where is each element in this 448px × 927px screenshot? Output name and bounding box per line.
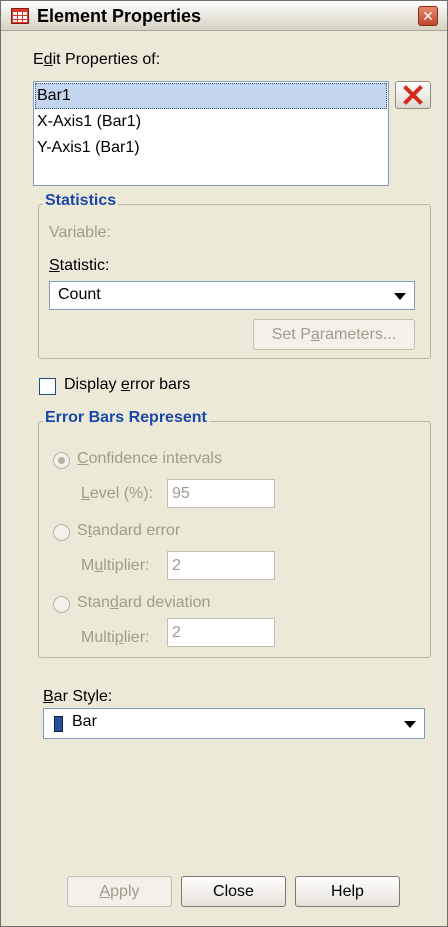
- se-multiplier-field[interactable]: 2: [167, 551, 275, 580]
- variable-label: Variable:: [49, 224, 111, 241]
- statistic-select[interactable]: Count: [49, 281, 415, 310]
- display-error-bars-label[interactable]: Display error bars: [64, 376, 190, 394]
- list-item[interactable]: Y-Axis1 (Bar1): [35, 135, 387, 161]
- help-button[interactable]: Help: [295, 876, 400, 907]
- window-title: Element Properties: [37, 6, 202, 26]
- list-item[interactable]: Bar1: [35, 83, 387, 109]
- delete-element-button[interactable]: [395, 81, 431, 109]
- confidence-intervals-radio[interactable]: [53, 452, 70, 469]
- standard-error-label[interactable]: Standard error: [77, 522, 180, 540]
- close-icon: ✕: [422, 8, 434, 24]
- error-bars-group-title: Error Bars Represent: [43, 409, 209, 427]
- level-label: Level (%):: [81, 485, 154, 502]
- statistics-group-title: Statistics: [43, 192, 119, 210]
- element-properties-window: Element Properties ✕ Edit Properties of:…: [0, 0, 448, 927]
- level-field[interactable]: 95: [167, 479, 275, 508]
- statistic-label: Statistic:: [49, 257, 110, 274]
- title-bar[interactable]: Element Properties ✕: [1, 1, 447, 31]
- standard-deviation-radio[interactable]: [53, 596, 70, 613]
- chevron-down-icon: [394, 293, 406, 300]
- close-button[interactable]: Close: [181, 876, 286, 907]
- edit-properties-list[interactable]: Bar1 X-Axis1 (Bar1) Y-Axis1 (Bar1): [33, 81, 389, 186]
- list-item[interactable]: X-Axis1 (Bar1): [35, 109, 387, 135]
- apply-button[interactable]: Apply: [67, 876, 172, 907]
- window-close-button[interactable]: ✕: [418, 6, 438, 26]
- display-error-bars-checkbox[interactable]: [39, 378, 56, 395]
- bar-style-label: Bar Style:: [43, 688, 113, 705]
- delete-x-icon: [403, 85, 423, 105]
- confidence-intervals-label[interactable]: Confidence intervals: [77, 450, 222, 468]
- standard-error-radio[interactable]: [53, 524, 70, 541]
- bar-style-select[interactable]: Bar: [43, 708, 425, 739]
- table-icon: [11, 8, 29, 24]
- se-multiplier-label: Multiplier:: [81, 557, 150, 574]
- bar-swatch-icon: [54, 716, 63, 732]
- sd-multiplier-label: Multiplier:: [81, 629, 150, 646]
- set-parameters-button[interactable]: Set Parameters...: [253, 319, 415, 350]
- sd-multiplier-field[interactable]: 2: [167, 618, 275, 647]
- edit-properties-label: Edit Properties of:: [33, 51, 161, 68]
- chevron-down-icon: [404, 721, 416, 728]
- statistic-value: Count: [58, 286, 101, 303]
- standard-deviation-label[interactable]: Standard deviation: [77, 594, 210, 612]
- bar-style-value: Bar: [72, 713, 97, 730]
